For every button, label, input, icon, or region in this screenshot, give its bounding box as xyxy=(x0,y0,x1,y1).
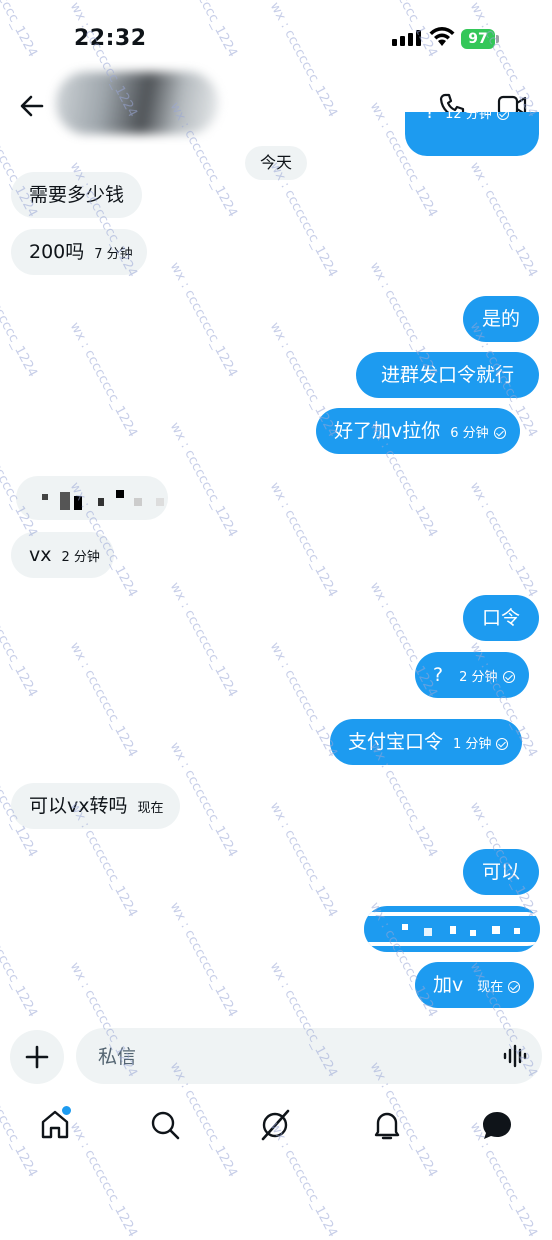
battery-tip xyxy=(496,35,499,43)
message-composer xyxy=(76,1028,542,1086)
watermark-text: wx : cccccccc_1224 xyxy=(466,480,540,600)
watermark-text: wx : cccccccc_1224 xyxy=(266,0,340,120)
message-text: 进群发口令就行 xyxy=(380,364,514,386)
watermark-text: wx : cccccccc_1224 xyxy=(166,580,240,700)
message-time: 1 分钟 xyxy=(453,737,492,752)
message-bubble-outgoing[interactable]: ? 2 分钟 xyxy=(415,652,529,698)
message-time: 现在 xyxy=(477,980,504,995)
message-bubble-outgoing-redacted[interactable] xyxy=(364,906,540,952)
read-receipt-icon xyxy=(502,671,515,683)
watermark-text: wx : cccccccc_1224 xyxy=(166,900,240,1020)
watermark-text: wx : cccccccc_1224 xyxy=(66,640,140,760)
arrow-left-icon[interactable] xyxy=(18,92,46,120)
message-bubble-outgoing[interactable]: 口令 xyxy=(463,595,539,641)
watermark-text: wx : cccccccc_1224 xyxy=(266,800,340,920)
message-time: 2 分钟 xyxy=(61,550,100,565)
battery-indicator: 97 xyxy=(461,29,495,49)
message-bubble-outgoing[interactable]: 可以 xyxy=(463,849,539,895)
voice-message-icon[interactable] xyxy=(502,1044,528,1068)
grok-icon[interactable] xyxy=(258,1108,292,1142)
message-bubble-incoming[interactable]: 200吗 7 分钟 xyxy=(11,229,147,275)
message-bubble-incoming-redacted[interactable] xyxy=(16,476,168,520)
message-time: 2 分钟 xyxy=(459,670,498,685)
message-time: 7 分钟 xyxy=(94,247,133,262)
watermark-text: wx : cccccccc_1224 xyxy=(0,900,40,1020)
message-text: 200吗 xyxy=(29,241,85,263)
message-bubble-outgoing[interactable]: 是的 xyxy=(463,296,539,342)
read-receipt-icon xyxy=(496,112,509,120)
message-bubble-outgoing[interactable]: 支付宝口令 1 分钟 xyxy=(330,719,523,765)
message-time: 12 分钟 xyxy=(445,112,492,122)
message-text: 好了加v拉你 xyxy=(334,420,441,442)
message-bubble-incoming[interactable]: vx 2 分钟 xyxy=(11,532,114,578)
watermark-text: wx : cccccccc_1224 xyxy=(0,0,40,60)
search-icon[interactable] xyxy=(148,1108,182,1142)
watermark-text: wx : cccccccc_1224 xyxy=(266,640,340,760)
message-text: vx xyxy=(29,544,52,566)
read-receipt-icon xyxy=(496,738,509,750)
watermark-text: wx : cccccccc_1224 xyxy=(166,420,240,540)
message-text: 口令 xyxy=(481,607,520,629)
message-bubble-outgoing[interactable]: 加v 现在 xyxy=(415,962,535,1008)
read-receipt-icon xyxy=(493,427,506,439)
message-text: 需要多少钱 xyxy=(29,184,125,206)
message-text: ? xyxy=(425,112,436,123)
watermark-text: wx : cccccccc_1224 xyxy=(266,480,340,600)
message-text: 可以vx转吗 xyxy=(29,795,128,817)
watermark-text: wx : cccccccc_1224 xyxy=(167,0,240,60)
message-time: 现在 xyxy=(137,801,164,816)
message-bubble-outgoing[interactable]: 进群发口令就行 xyxy=(356,352,539,398)
cellular-signal-icon xyxy=(392,30,421,46)
watermark-text: wx : cccccccc_1224 xyxy=(466,160,540,280)
message-text: 加v xyxy=(433,974,464,996)
add-media-button[interactable] xyxy=(10,1030,64,1084)
messages-icon[interactable] xyxy=(480,1108,514,1142)
blurred-profile[interactable] xyxy=(56,72,218,134)
watermark-text: wx : cccccccc_1224 xyxy=(0,260,40,380)
home-notification-dot xyxy=(60,1104,73,1117)
message-bubble-incoming[interactable]: 需要多少钱 xyxy=(11,172,143,218)
wifi-icon xyxy=(429,27,455,46)
plus-icon xyxy=(25,1045,49,1069)
date-separator: 今天 xyxy=(245,146,307,180)
message-text: ? xyxy=(433,664,444,686)
message-input[interactable] xyxy=(96,1028,480,1086)
message-time: 6 分钟 xyxy=(450,426,489,441)
watermark-text: wx : cccccccc_1224 xyxy=(0,580,40,700)
message-bubble-incoming[interactable]: 可以vx转吗 现在 xyxy=(11,783,180,829)
message-text: 可以 xyxy=(481,861,520,883)
read-receipt-icon xyxy=(508,981,521,993)
message-text: 是的 xyxy=(481,308,520,330)
status-time: 22:32 xyxy=(74,26,147,51)
message-bubble-outgoing[interactable]: 好了加v拉你 6 分钟 xyxy=(316,408,520,454)
message-text: 支付宝口令 xyxy=(348,731,444,753)
message-bubble-outgoing[interactable]: ? 12 分钟 xyxy=(405,112,539,156)
watermark-text: wx : cccccccc_1224 xyxy=(66,320,140,440)
notifications-icon[interactable] xyxy=(370,1108,404,1142)
watermark-text: wx : cccccccc_1224 xyxy=(166,260,240,380)
watermark-text: wx : cccccccc_1224 xyxy=(66,1120,140,1240)
